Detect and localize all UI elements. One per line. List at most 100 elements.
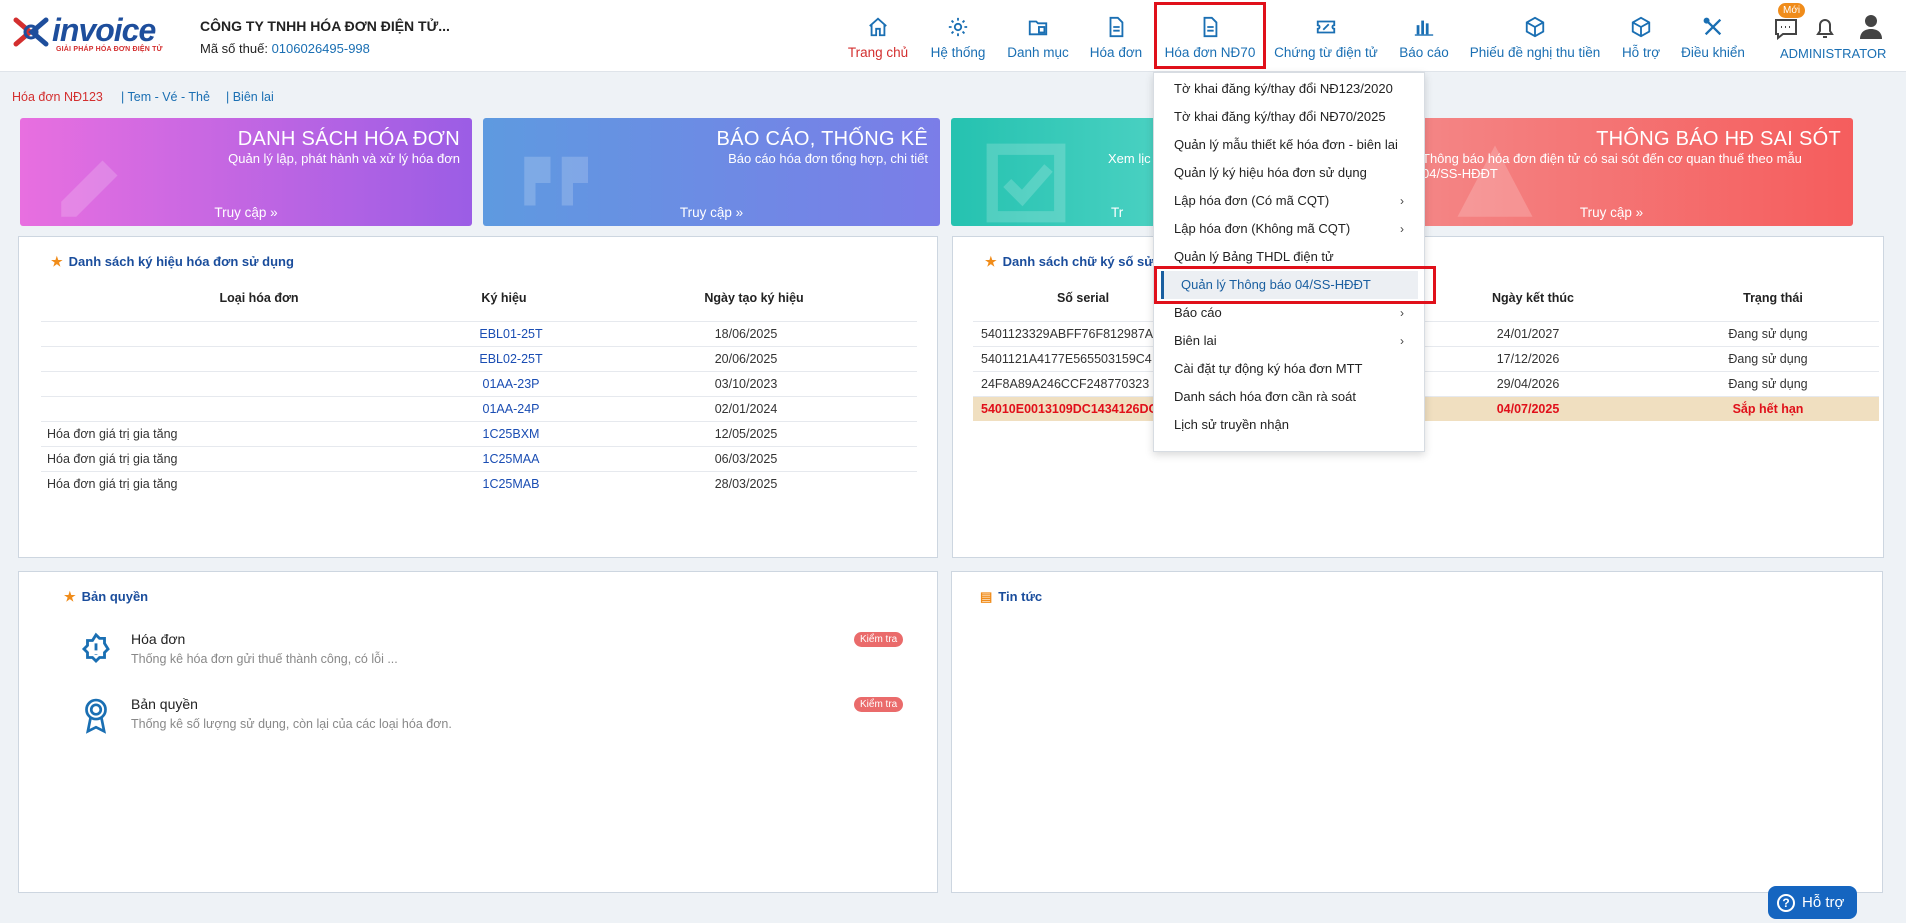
- help-button[interactable]: ? Hỗ trợ: [1768, 886, 1857, 919]
- table-cell[interactable]: 1C25MAB: [436, 477, 586, 491]
- banner-title: THÔNG BÁO HĐ SAI SÓT: [1596, 128, 1841, 150]
- ticket-icon: [1316, 20, 1336, 34]
- nav-label: Báo cáo: [1399, 45, 1449, 60]
- table-row[interactable]: EBL02-25T 20/06/2025: [41, 346, 917, 371]
- nav-control[interactable]: Điều khiển: [1680, 0, 1746, 72]
- table-row[interactable]: Hóa đơn giá trị gia tăng 1C25MAA 06/03/202…: [41, 446, 917, 471]
- logo-tagline: GIẢI PHÁP HÓA ĐƠN ĐIỆN TỬ: [56, 46, 163, 53]
- banner-access-link[interactable]: Tr: [1111, 205, 1123, 220]
- menu-item[interactable]: Tờ khai đăng ký/thay đổi NĐ70/2025: [1154, 103, 1424, 131]
- check-badge[interactable]: Kiểm tra: [854, 632, 904, 647]
- tax-code-line: Mã số thuế: 0106026495-998: [200, 41, 370, 56]
- star-icon: ★: [985, 254, 997, 269]
- table-cell[interactable]: EBL02-25T: [436, 352, 586, 366]
- bell-icon[interactable]: [1814, 16, 1836, 40]
- table-cell: 17/12/2026: [1496, 352, 1560, 366]
- chevron-right-icon: ›: [1400, 194, 1404, 208]
- menu-item[interactable]: Lập hóa đơn (Có mã CQT) ›: [1154, 187, 1424, 215]
- user-icon[interactable]: [1858, 13, 1884, 39]
- menu-highlight-box: [1154, 266, 1436, 304]
- menu-item[interactable]: Tờ khai đăng ký/thay đổi NĐ123/2020: [1154, 75, 1424, 103]
- table-cell: 5401121A4177E565503159C4: [981, 352, 1152, 366]
- table-cell: 12/05/2025: [714, 427, 778, 441]
- col-header: Trạng thái: [1743, 291, 1803, 305]
- chat-icon[interactable]: [1774, 18, 1798, 40]
- banner-reports[interactable]: BÁO CÁO, THỐNG KÊ Báo cáo hóa đơn tổng h…: [483, 118, 940, 226]
- nav-support[interactable]: Hỗ trợ: [1616, 0, 1666, 72]
- nav-catalog[interactable]: Danh mục: [1004, 0, 1072, 72]
- menu-item[interactable]: Lịch sử truyền nhận: [1154, 411, 1424, 439]
- nav-e-vouchers[interactable]: Chứng từ điện tử: [1274, 0, 1378, 72]
- table-cell[interactable]: EBL01-25T: [436, 327, 586, 341]
- table-cell: 29/04/2026: [1496, 377, 1560, 391]
- banner-access-link[interactable]: Truy cập »: [1370, 205, 1853, 220]
- star-icon: ★: [64, 589, 76, 604]
- banner-access-link[interactable]: Truy cập »: [20, 205, 472, 220]
- table-row[interactable]: EBL01-25T 18/06/2025: [41, 321, 917, 346]
- table-cell[interactable]: 1C25MAA: [436, 452, 586, 466]
- panel-title: ★ Danh sách chữ ký số sử: [985, 254, 1154, 269]
- license-item-title: Bản quyền: [131, 696, 198, 712]
- table-cell[interactable]: 1C25BXM: [436, 427, 586, 441]
- subnav-receipts[interactable]: | Biên lai: [226, 90, 274, 104]
- banner-title: DANH SÁCH HÓA ĐƠN: [237, 128, 460, 150]
- logo-text: invoice: [52, 12, 156, 48]
- nav-label: Phiếu đề nghị thu tiền: [1469, 45, 1601, 60]
- nav-label: Hóa đơn: [1089, 45, 1143, 60]
- subnav-nd123[interactable]: Hóa đơn NĐ123: [12, 90, 103, 104]
- nav-reports[interactable]: Báo cáo: [1396, 0, 1452, 72]
- menu-item[interactable]: Cài đặt tự động ký hóa đơn MTT: [1154, 355, 1424, 383]
- banner-desc: Báo cáo hóa đơn tổng hợp, chi tiết: [728, 151, 928, 166]
- col-header: Số serial: [1056, 291, 1110, 305]
- news-panel: ▤ Tin tức: [951, 571, 1883, 893]
- check-badge[interactable]: Kiểm tra: [854, 697, 904, 712]
- question-icon: ?: [1777, 894, 1795, 912]
- table-row[interactable]: 54010E0013109DC1434126DC 04/07/2025 Sắp hế…: [973, 396, 1879, 421]
- table-cell: Sắp hết hạn: [1732, 402, 1804, 416]
- nav-label: Điều khiển: [1681, 45, 1745, 60]
- menu-item[interactable]: Quản lý ký hiệu hóa đơn sử dụng: [1154, 159, 1424, 187]
- nav-label: Hỗ trợ: [1621, 45, 1661, 60]
- award-icon: [85, 698, 107, 734]
- badge-alert-icon: [81, 632, 110, 664]
- table-row[interactable]: 5401123329ABFF76F812987A 24/01/2027 Đang s…: [973, 321, 1879, 346]
- table-cell: 54010E0013109DC1434126DC: [981, 402, 1158, 416]
- nav-system[interactable]: Hệ thống: [928, 0, 988, 72]
- table-cell: 20/06/2025: [714, 352, 778, 366]
- subnav-stamps[interactable]: | Tem - Vé - Thẻ: [121, 90, 210, 104]
- banner-title: BÁO CÁO, THỐNG KÊ: [716, 128, 928, 150]
- header: invoice GIẢI PHÁP HÓA ĐƠN ĐIỆN TỬ CÔNG T…: [0, 0, 1906, 72]
- logo[interactable]: invoice GIẢI PHÁP HÓA ĐƠN ĐIỆN TỬ: [12, 10, 177, 60]
- table-cell: 03/10/2023: [714, 377, 778, 391]
- banner-error-notice[interactable]: THÔNG BÁO HĐ SAI SÓT Thông báo hóa đơn đ…: [1370, 118, 1853, 226]
- nav-invoice[interactable]: Hóa đơn: [1088, 0, 1144, 72]
- table-row[interactable]: 24F8A89A246CCF248770323 29/04/2026 Đang sử…: [973, 371, 1879, 396]
- banner-desc: Quản lý lập, phát hành và xử lý hóa đơn: [228, 151, 460, 166]
- nav-payment-request[interactable]: Phiếu đề nghị thu tiền: [1468, 0, 1602, 72]
- menu-item[interactable]: Biên lai ›: [1154, 327, 1424, 355]
- table-cell[interactable]: 01AA-24P: [436, 402, 586, 416]
- banner-view[interactable]: Xem lịc Tr: [951, 118, 1161, 226]
- user-name[interactable]: ADMINISTRATOR: [1780, 46, 1886, 61]
- table-cell: 02/01/2024: [714, 402, 778, 416]
- table-row[interactable]: 5401121A4177E565503159C4 17/12/2026 Đang s…: [973, 346, 1879, 371]
- table-row[interactable]: Hóa đơn giá trị gia tăng 1C25MAB 28/03/202…: [41, 471, 917, 496]
- nav-label: Hệ thống: [930, 45, 986, 60]
- menu-item[interactable]: Lập hóa đơn (Không mã CQT) ›: [1154, 215, 1424, 243]
- nav-home[interactable]: Trang chủ: [846, 0, 910, 72]
- banner-desc: Thông báo hóa đơn điện tử có sai sót đến…: [1422, 151, 1802, 181]
- nav-highlight-box: [1154, 2, 1266, 69]
- menu-item[interactable]: Danh sách hóa đơn cần rà soát: [1154, 383, 1424, 411]
- tools-icon: [1703, 17, 1722, 36]
- table-cell: 5401123329ABFF76F812987A: [981, 327, 1154, 341]
- table-row[interactable]: 01AA-23P 03/10/2023: [41, 371, 917, 396]
- banner-access-link[interactable]: Truy cập »: [483, 205, 940, 220]
- table-row[interactable]: Hóa đơn giá trị gia tăng 1C25BXM 12/05/202…: [41, 421, 917, 446]
- banner-invoice-list[interactable]: DANH SÁCH HÓA ĐƠN Quản lý lập, phát hành…: [20, 118, 472, 226]
- table-cell[interactable]: 01AA-23P: [436, 377, 586, 391]
- chevron-right-icon: ›: [1400, 334, 1404, 348]
- table-row[interactable]: 01AA-24P 02/01/2024: [41, 396, 917, 421]
- license-item-desc: Thống kê hóa đơn gửi thuế thành công, có…: [131, 652, 398, 666]
- menu-item[interactable]: Quản lý mẫu thiết kế hóa đơn - biên lai: [1154, 131, 1424, 159]
- nav-label: Danh mục: [1007, 45, 1069, 60]
